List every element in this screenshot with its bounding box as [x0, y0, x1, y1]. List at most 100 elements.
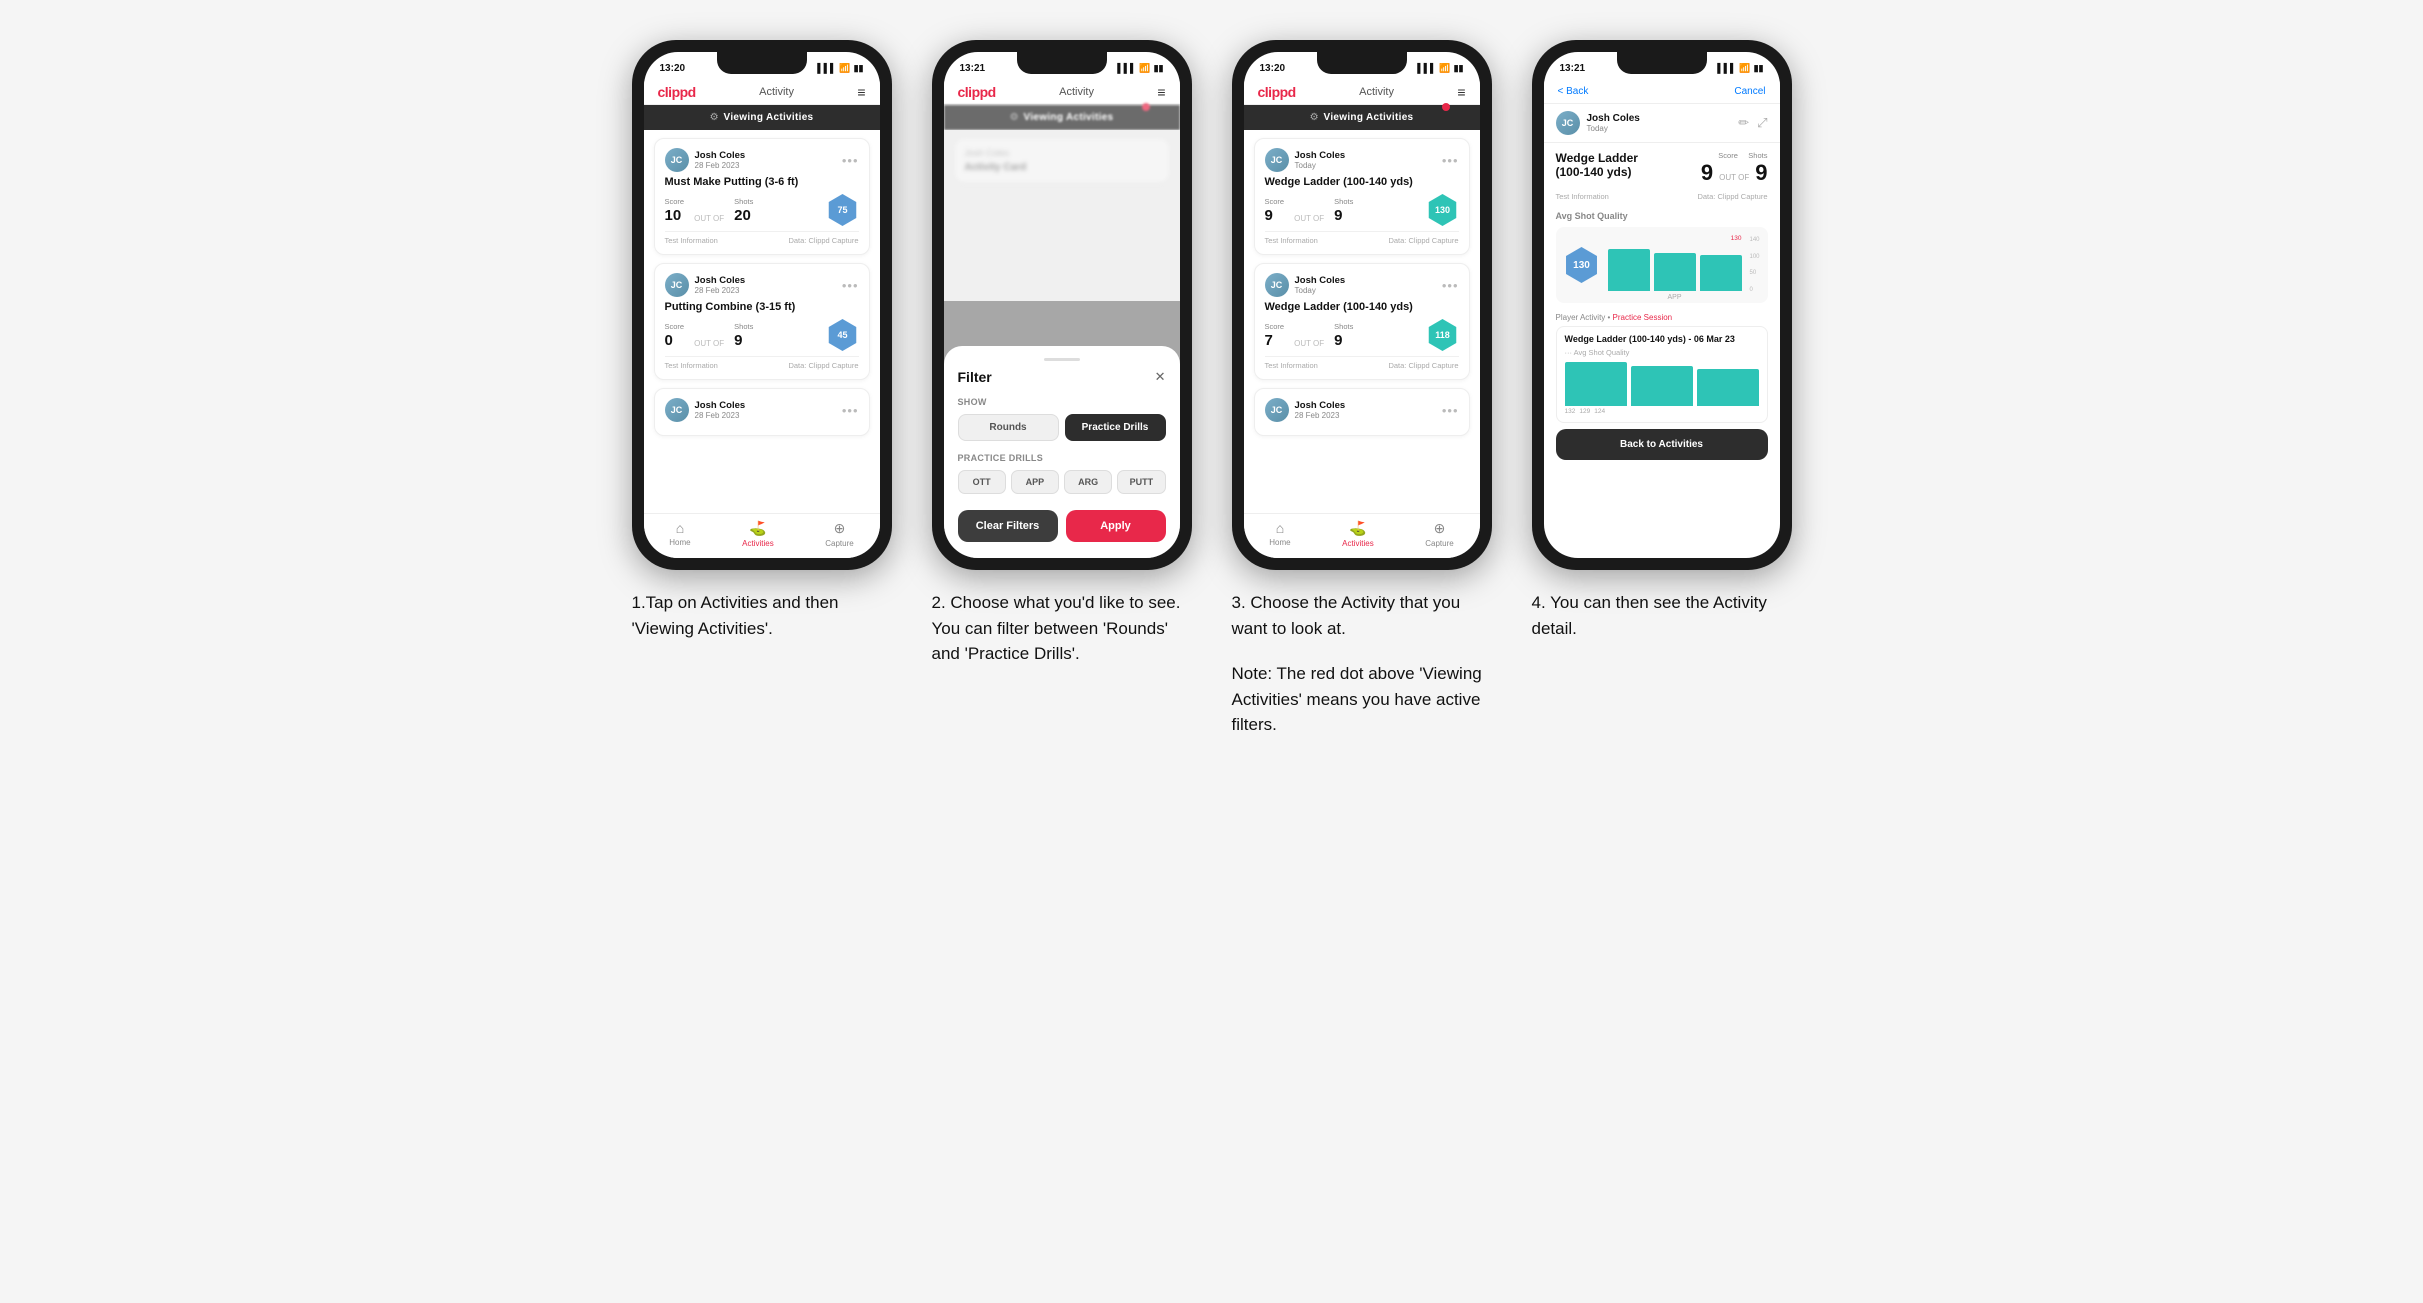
player-activity-label: Player Activity • Practice Session	[1556, 313, 1768, 322]
phone3-card-1-outof: OUT OF	[1294, 214, 1324, 223]
session-card[interactable]: Wedge Ladder (100-140 yds) - 06 Mar 23 ·…	[1556, 326, 1768, 423]
card-2-more[interactable]: •••	[842, 278, 859, 293]
menu-icon-3[interactable]: ≡	[1457, 84, 1465, 100]
activity-card-2[interactable]: JC Josh Coles 28 Feb 2023 ••• Putting Co…	[654, 263, 870, 380]
practice-drills-button[interactable]: Practice Drills	[1065, 414, 1166, 441]
drill-app[interactable]: APP	[1011, 470, 1059, 494]
cancel-button[interactable]: Cancel	[1734, 86, 1765, 97]
card-1-footer: Test Information Data: Clippd Capture	[665, 231, 859, 245]
avg-sq-chart-area: 130 130 APP 140	[1556, 227, 1768, 303]
phone3-nav-activities-label: Activities	[1342, 539, 1374, 548]
card-3-user-name: Josh Coles	[695, 400, 746, 411]
phone-4-detail-content: Wedge Ladder(100-140 yds) Score Shots 9 …	[1544, 143, 1780, 558]
phone3-card-1-score-value: 9	[1265, 207, 1285, 224]
activity-card-1[interactable]: JC Josh Coles 28 Feb 2023 ••• Must Make …	[654, 138, 870, 255]
card-2-user-info: JC Josh Coles 28 Feb 2023	[665, 273, 746, 297]
expand-icon[interactable]: ⤢	[1757, 115, 1767, 131]
activity-card-3[interactable]: JC Josh Coles 28 Feb 2023 •••	[654, 388, 870, 436]
phone3-card-1-stats: Score 9 OUT OF Shots 9 130	[1265, 194, 1459, 226]
nav-capture[interactable]: ⊕ Capture	[825, 520, 853, 548]
wifi-icon-2: 📶	[1139, 63, 1150, 74]
session-card-title: Wedge Ladder (100-140 yds) - 06 Mar 23	[1565, 334, 1759, 344]
signal-icon-3: ▌▌▌	[1417, 63, 1436, 73]
chart-x-label: APP	[1608, 294, 1742, 301]
phone-3-bottom-nav: ⌂ Home ⛳ Activities ⊕ Capture	[1244, 513, 1480, 558]
filter-icon: ⚙	[710, 112, 719, 123]
card-3-user-text: Josh Coles 28 Feb 2023	[695, 400, 746, 420]
phone-1-content: JC Josh Coles 28 Feb 2023 ••• Must Make …	[644, 130, 880, 513]
card-1-shots-group: Shots 20	[734, 197, 753, 224]
modal-header: Filter ✕	[958, 369, 1166, 385]
modal-close-icon[interactable]: ✕	[1155, 369, 1166, 385]
signal-icon-2: ▌▌▌	[1117, 63, 1136, 73]
phone-4-detail-header: < Back Cancel	[1544, 80, 1780, 104]
phone-2-inner: 13:21 ▌▌▌ 📶 ▮▮ clippd Activity ≡ ⚙ Vi	[944, 52, 1180, 558]
card-1-outof: OUT OF	[694, 214, 724, 223]
phone3-card-3-more[interactable]: •••	[1442, 403, 1459, 418]
phone3-nav-home[interactable]: ⌂ Home	[1269, 520, 1290, 548]
menu-icon-2[interactable]: ≡	[1157, 84, 1165, 100]
card-1-more[interactable]: •••	[842, 153, 859, 168]
chart-bar-2	[1654, 253, 1696, 291]
phone-4-inner: 13:21 ▌▌▌ 📶 ▮▮ < Back Cancel JC	[1544, 52, 1780, 558]
clear-filters-button[interactable]: Clear Filters	[958, 510, 1058, 542]
phone3-activity-card-1[interactable]: JC Josh Coles Today ••• Wedge Ladder (10…	[1254, 138, 1470, 255]
mini-bar-1	[1565, 362, 1627, 406]
phone3-card-2-info-right: Data: Clippd Capture	[1388, 361, 1458, 370]
apply-button[interactable]: Apply	[1066, 510, 1166, 542]
filter-icon-2: ⚙	[1010, 112, 1019, 123]
phone-3-inner: 13:20 ▌▌▌ 📶 ▮▮ clippd Activity ≡ ⚙ Vi	[1244, 52, 1480, 558]
phone3-activity-card-3[interactable]: JC Josh Coles 28 Feb 2023 •••	[1254, 388, 1470, 436]
nav-activities[interactable]: ⛳ Activities	[742, 520, 774, 548]
nav-home[interactable]: ⌂ Home	[669, 520, 690, 548]
drill-ott[interactable]: OTT	[958, 470, 1006, 494]
phone-3-caption-main: 3. Choose the Activity that you want to …	[1232, 590, 1492, 641]
drill-putt[interactable]: PUTT	[1117, 470, 1165, 494]
activities-icon: ⛳	[749, 520, 766, 537]
filter-modal: Filter ✕ Show Rounds Practice Drills Pra…	[944, 346, 1180, 558]
phone-3-viewing-label: Viewing Activities	[1324, 112, 1414, 123]
phone3-nav-activities[interactable]: ⛳ Activities	[1342, 520, 1374, 548]
y-label-0: 0	[1749, 287, 1759, 293]
y-label-140: 140	[1749, 237, 1759, 243]
phone-4-user-date: Today	[1587, 124, 1640, 133]
card-1-info-right: Data: Clippd Capture	[788, 236, 858, 245]
drill-arg[interactable]: ARG	[1064, 470, 1112, 494]
phone-2-status-icons: ▌▌▌ 📶 ▮▮	[1117, 63, 1163, 74]
phone-3-caption: 3. Choose the Activity that you want to …	[1232, 570, 1492, 738]
phone3-card-1-more[interactable]: •••	[1442, 153, 1459, 168]
phone-2-app-header: clippd Activity ≡	[944, 80, 1180, 105]
card-3-more[interactable]: •••	[842, 403, 859, 418]
phone-1-caption: 1.Tap on Activities and then 'Viewing Ac…	[632, 590, 892, 641]
modal-handle	[1044, 358, 1080, 361]
edit-icon[interactable]: ✏	[1738, 115, 1749, 131]
nav-home-label: Home	[669, 538, 690, 547]
phone3-nav-capture[interactable]: ⊕ Capture	[1425, 520, 1453, 548]
mini-label-2: 129	[1579, 408, 1590, 415]
phone3-card-2-user-date: Today	[1295, 286, 1346, 295]
card-3-user-info: JC Josh Coles 28 Feb 2023	[665, 398, 746, 422]
home-icon: ⌂	[676, 520, 684, 536]
phone3-card-2-more[interactable]: •••	[1442, 278, 1459, 293]
phone-4-detail-icons: ✏ ⤢	[1738, 115, 1767, 131]
phone3-card-1-avatar: JC	[1265, 148, 1289, 172]
card-2-shots-group: Shots 9	[734, 322, 753, 349]
phone3-activity-card-2[interactable]: JC Josh Coles Today ••• Wedge Ladder (10…	[1254, 263, 1470, 380]
rounds-button[interactable]: Rounds	[958, 414, 1059, 441]
card-2-shots-value: 9	[734, 332, 753, 349]
card-1-info-left: Test Information	[665, 236, 718, 245]
phone-1-app-title: Activity	[759, 86, 794, 98]
phone3-card-2-user-info: JC Josh Coles Today	[1265, 273, 1346, 297]
phone3-card-2-info-left: Test Information	[1265, 361, 1318, 370]
card-2-score-group: Score 0	[665, 322, 685, 349]
phone-3-viewing-bar[interactable]: ⚙ Viewing Activities	[1244, 105, 1480, 130]
back-button[interactable]: < Back	[1558, 86, 1589, 97]
phone-4-user-info: JC Josh Coles Today	[1556, 111, 1640, 135]
phone-2-notch	[1017, 52, 1107, 74]
back-to-activities-button[interactable]: Back to Activities	[1556, 429, 1768, 460]
phone3-capture-icon: ⊕	[1434, 520, 1446, 537]
phone3-card-2-sq-badge: 118	[1427, 319, 1459, 351]
phone-1-viewing-bar[interactable]: ⚙ Viewing Activities	[644, 105, 880, 130]
detail-info-row: Test Information Data: Clippd Capture	[1556, 192, 1768, 201]
menu-icon[interactable]: ≡	[857, 84, 865, 100]
